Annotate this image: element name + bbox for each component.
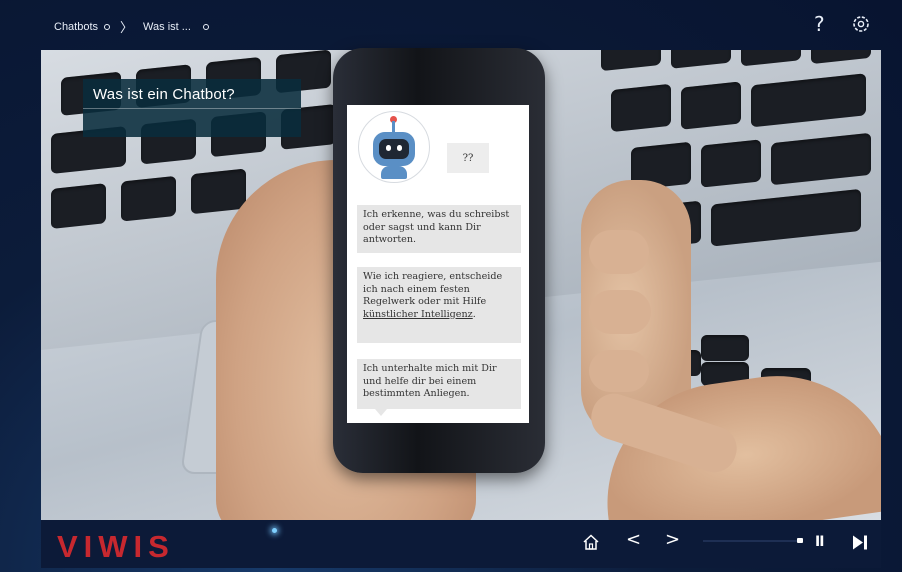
glow-dot-decoration xyxy=(272,528,277,533)
breadcrumb-dot-icon xyxy=(104,23,111,30)
progress-track[interactable] xyxy=(703,540,797,542)
previous-button[interactable]: < xyxy=(626,529,641,550)
pause-button[interactable]: II xyxy=(815,534,824,550)
breadcrumb: Chatbots 〉 Was ist ... xyxy=(54,17,209,36)
slide-title: Was ist ein Chatbot? xyxy=(93,86,235,103)
chat-bubble-1-text: Ich erkenne, was du schreibst oder sagst… xyxy=(363,209,510,245)
next-button[interactable]: > xyxy=(665,529,680,550)
viwis-logo: VIWIS xyxy=(57,529,175,564)
app-frame: Chatbots 〉 Was ist ... ? ?? Ich erkenne,… xyxy=(0,0,902,572)
chat-bubble-3-text: Ich unterhalte mich mit Dir und helfe di… xyxy=(363,363,497,399)
help-button[interactable]: ? xyxy=(814,12,825,36)
home-icon[interactable] xyxy=(582,533,600,551)
title-divider xyxy=(83,108,301,109)
robot-head-icon xyxy=(373,132,415,166)
slide-title-box: Was ist ein Chatbot? xyxy=(83,79,301,137)
ki-link[interactable]: künstlicher Intelligenz xyxy=(363,309,473,320)
chat-bubble-3: Ich unterhalte mich mit Dir und helfe di… xyxy=(357,359,521,416)
skip-end-icon[interactable] xyxy=(851,534,869,551)
progress-handle[interactable] xyxy=(797,538,803,543)
chevron-right-icon: 〉 xyxy=(120,20,134,35)
chat-bubble-1: Ich erkenne, was du schreibst oder sagst… xyxy=(357,205,521,253)
player-controls-bar: VIWIS < > II xyxy=(41,520,881,568)
breadcrumb-item-chatbots[interactable]: Chatbots xyxy=(54,21,98,33)
breadcrumb-item-current[interactable]: Was ist ... xyxy=(143,21,191,33)
chat-bubble-2: Wie ich reagiere, entscheide ich nach ei… xyxy=(357,267,521,343)
top-bar: Chatbots 〉 Was ist ... ? xyxy=(0,0,902,50)
settings-gear-icon[interactable] xyxy=(851,14,871,34)
robot-avatar xyxy=(358,111,430,183)
user-question-bubble: ?? xyxy=(447,143,489,173)
chat-bubble-2-text: Wie ich reagiere, entscheide ich nach ei… xyxy=(363,271,503,307)
chat-screen: ?? Ich erkenne, was du schreibst oder sa… xyxy=(347,105,529,423)
breadcrumb-dot-icon xyxy=(202,23,209,30)
